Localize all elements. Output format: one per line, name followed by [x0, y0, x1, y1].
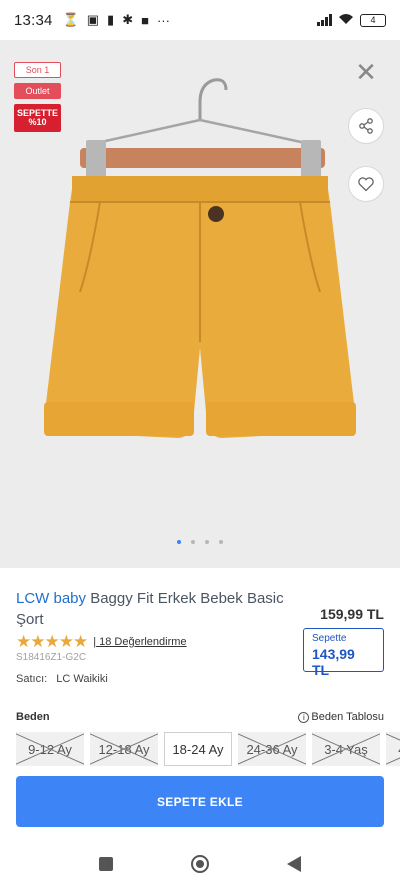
shorts-illustration [44, 176, 356, 438]
cart-price-box: Sepette 143,99 TL [303, 628, 384, 678]
fan-icon: ✱ [122, 12, 134, 27]
product-sku: S18416Z1-G2C [16, 652, 87, 663]
gallery-dot[interactable] [205, 540, 209, 544]
status-right-icons: 4 [317, 13, 386, 28]
seller-name[interactable]: LC Waikiki [56, 673, 108, 685]
battery-saver-icon: ▮ [107, 12, 115, 27]
app-icon: ■ [141, 12, 149, 28]
info-icon: i [298, 711, 310, 723]
rating-row[interactable]: ★★★★★ | 18 Değerlendirme [16, 632, 187, 652]
size-option[interactable]: 9-12 Ay [16, 732, 84, 766]
more-icon: ··· [156, 12, 170, 28]
wifi-icon [338, 13, 354, 28]
system-nav-bar [0, 840, 400, 888]
original-price: 159,99 TL [320, 606, 384, 622]
cart-price-label: Sepette [312, 633, 347, 644]
no-disturb-icon: ⏳ [62, 12, 79, 27]
product-image [44, 78, 356, 438]
gallery-dot[interactable] [219, 540, 223, 544]
back-icon[interactable] [287, 856, 301, 872]
size-option[interactable]: 3-4 Yaş [312, 732, 380, 766]
gallery-pagination [0, 540, 400, 544]
size-chart-label: Beden Tablosu [311, 711, 384, 723]
product-gallery[interactable]: Son 1 Outlet SEPETTE %10 ✕ [0, 40, 400, 568]
product-title: LCW baby Baggy Fit Erkek Bebek Basic Şor… [16, 588, 296, 630]
size-header: Beden i Beden Tablosu [16, 711, 384, 723]
status-bar: 13:34 ⏳ ▣ ▮ ✱ ■ ··· 4 [0, 0, 400, 40]
gallery-dot[interactable] [177, 540, 181, 544]
seller-label: Satıcı: [16, 673, 48, 685]
size-option[interactable]: 18-24 Ay [164, 732, 232, 766]
add-to-cart-button[interactable]: SEPETE EKLE [16, 776, 384, 827]
size-chart-link[interactable]: i Beden Tablosu [298, 711, 384, 723]
size-option[interactable]: 24-36 Ay [238, 732, 306, 766]
size-option[interactable]: 12-18 Ay [90, 732, 158, 766]
cart-price-value: 143,99 TL [312, 646, 355, 678]
brand-link[interactable]: LCW baby [16, 590, 86, 607]
reviews-link[interactable]: | 18 Değerlendirme [93, 636, 186, 648]
status-left-icons: ⏳ ▣ ▮ ✱ ■ ··· [63, 12, 170, 28]
recents-icon[interactable] [99, 857, 113, 871]
size-options: 9-12 Ay 12-18 Ay 18-24 Ay 24-36 Ay 3-4 Y… [16, 732, 400, 766]
battery-icon: 4 [360, 13, 386, 27]
seller-row: Satıcı: LC Waikiki [16, 673, 108, 685]
nfc-icon: ▣ [86, 12, 100, 27]
star-rating: ★★★★★ [16, 632, 88, 651]
hanger-icon [80, 78, 325, 178]
signal-icon [317, 14, 332, 26]
size-label: Beden [16, 711, 50, 723]
home-icon[interactable] [191, 855, 209, 873]
status-time: 13:34 [14, 11, 53, 29]
gallery-dot[interactable] [191, 540, 195, 544]
size-option[interactable]: 4-5 Yaş [386, 732, 400, 766]
